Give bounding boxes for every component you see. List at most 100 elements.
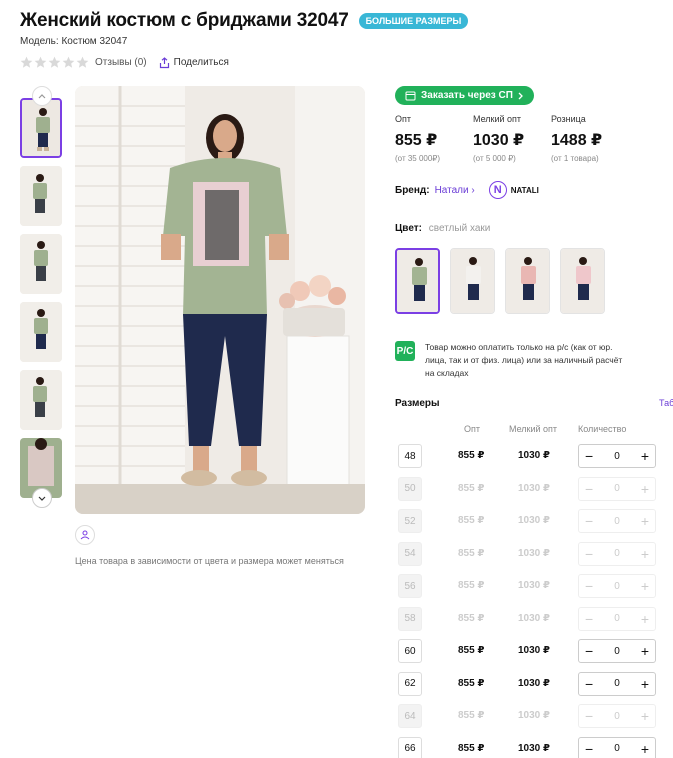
size-price-small-opt: 1030 ₽ xyxy=(518,645,550,656)
chevron-right-icon xyxy=(518,92,523,99)
minus-icon[interactable]: − xyxy=(585,514,593,528)
rating-row: Отзывы (0) Поделиться xyxy=(20,56,229,69)
size-label[interactable]: 54 xyxy=(398,541,422,566)
size-price-small-opt: 1030 ₽ xyxy=(518,450,550,461)
star-icon xyxy=(76,56,89,68)
size-label[interactable]: 56 xyxy=(398,574,422,598)
size-price-small-opt: 1030 ₽ xyxy=(518,677,550,689)
quantity-stepper[interactable]: − 0 + xyxy=(578,541,656,566)
rating-stars xyxy=(20,56,89,69)
payment-note: Р/С Товар можно оплатить только на р/с (… xyxy=(395,341,625,380)
size-label[interactable]: 64 xyxy=(398,704,422,728)
brand-logo-text: NATALI xyxy=(510,185,539,195)
size-price-opt: 855 ₽ xyxy=(458,710,485,721)
plus-icon[interactable]: + xyxy=(641,742,649,756)
star-icon xyxy=(62,56,75,68)
quantity-value: 0 xyxy=(614,710,620,722)
price-small-wholesale: Мелкий опт 1030 ₽ (от 5 000 ₽) xyxy=(473,114,551,163)
thumbnail-3[interactable] xyxy=(20,234,62,294)
minus-icon[interactable]: − xyxy=(585,709,593,723)
size-label[interactable]: 66 xyxy=(398,736,422,758)
quantity-value: 0 xyxy=(614,580,620,592)
size-row: 54 855 ₽ 1030 ₽ − 0 + xyxy=(398,541,660,566)
size-price-opt: 855 ₽ xyxy=(458,742,485,754)
quantity-stepper[interactable]: − 0 + xyxy=(578,639,656,663)
plus-icon[interactable]: + xyxy=(641,644,649,658)
color-swatch-pink[interactable] xyxy=(505,248,550,314)
minus-icon[interactable]: − xyxy=(585,677,593,691)
color-label: Цвет: xyxy=(395,223,422,234)
size-price-opt: 855 ₽ xyxy=(458,515,485,526)
quantity-stepper[interactable]: − 0 + xyxy=(578,671,656,696)
brand-link[interactable]: Натали › xyxy=(435,185,475,196)
size-label[interactable]: 62 xyxy=(398,671,422,696)
minus-icon[interactable]: − xyxy=(585,579,593,593)
price-note: Цена товара в зависимости от цвета и раз… xyxy=(75,556,344,566)
thumbnail-4[interactable] xyxy=(20,302,62,362)
price-label: Мелкий опт xyxy=(473,114,522,124)
plus-icon[interactable]: + xyxy=(641,514,649,528)
share-label: Поделиться xyxy=(173,57,229,68)
size-price-small-opt: 1030 ₽ xyxy=(518,482,550,494)
chevron-down-icon[interactable] xyxy=(32,488,52,508)
plus-icon[interactable]: + xyxy=(641,449,649,463)
size-label[interactable]: 52 xyxy=(398,509,422,533)
quantity-stepper[interactable]: − 0 + xyxy=(578,736,656,758)
color-swatch-khaki[interactable] xyxy=(395,248,440,314)
quantity-stepper[interactable]: − 0 + xyxy=(578,574,656,598)
brand-logo[interactable]: N NATALI xyxy=(488,181,539,199)
minus-icon[interactable]: − xyxy=(585,612,593,626)
size-price-small-opt: 1030 ₽ xyxy=(518,547,550,559)
quantity-stepper[interactable]: − 0 + xyxy=(578,476,656,501)
minus-icon[interactable]: − xyxy=(585,449,593,463)
size-label[interactable]: 58 xyxy=(398,606,422,631)
calendar-icon xyxy=(405,91,416,101)
thumbnail-1[interactable] xyxy=(20,98,62,158)
size-guide-button[interactable] xyxy=(75,525,95,545)
plus-icon[interactable]: + xyxy=(641,612,649,626)
header-opt: Опт xyxy=(464,424,480,434)
brand-logo-icon: N xyxy=(488,181,507,199)
brand-label: Бренд: xyxy=(395,184,430,196)
size-row: 48 855 ₽ 1030 ₽ − 0 + xyxy=(398,444,660,468)
size-price-opt: 855 ₽ xyxy=(458,450,485,461)
plus-icon[interactable]: + xyxy=(641,547,649,561)
size-table-link[interactable]: Таб xyxy=(659,398,673,408)
plus-icon[interactable]: + xyxy=(641,677,649,691)
thumbnail-5[interactable] xyxy=(20,370,62,430)
size-price-small-opt: 1030 ₽ xyxy=(518,612,550,624)
big-sizes-badge[interactable]: БОЛЬШИЕ РАЗМЕРЫ xyxy=(358,13,469,29)
color-swatch-white[interactable] xyxy=(450,248,495,314)
quantity-value: 0 xyxy=(614,743,620,754)
minus-icon[interactable]: − xyxy=(585,547,593,561)
quantity-stepper[interactable]: − 0 + xyxy=(578,509,656,533)
plus-icon[interactable]: + xyxy=(641,579,649,593)
size-label[interactable]: 48 xyxy=(398,444,422,468)
price-condition: (от 1 товара) xyxy=(551,154,599,163)
main-product-image[interactable] xyxy=(75,86,365,514)
size-label[interactable]: 50 xyxy=(398,476,422,501)
order-sp-label: Заказать через СП xyxy=(421,90,513,101)
thumbnail-2[interactable] xyxy=(20,166,62,226)
plus-icon[interactable]: + xyxy=(641,709,649,723)
reviews-link[interactable]: Отзывы (0) xyxy=(95,57,147,68)
minus-icon[interactable]: − xyxy=(585,644,593,658)
plus-icon[interactable]: + xyxy=(641,482,649,496)
minus-icon[interactable]: − xyxy=(585,482,593,496)
color-swatch-light-pink[interactable] xyxy=(560,248,605,314)
size-row: 66 855 ₽ 1030 ₽ − 0 + xyxy=(398,736,660,758)
chevron-up-icon[interactable] xyxy=(32,86,52,106)
size-label[interactable]: 60 xyxy=(398,639,422,663)
product-title: Женский костюм с бриджами 32047 xyxy=(20,10,349,31)
quantity-stepper[interactable]: − 0 + xyxy=(578,444,656,468)
quantity-stepper[interactable]: − 0 + xyxy=(578,606,656,631)
quantity-stepper[interactable]: − 0 + xyxy=(578,704,656,728)
header-qty: Количество xyxy=(578,424,627,434)
share-button[interactable]: Поделиться xyxy=(159,56,229,69)
order-sp-button[interactable]: Заказать через СП xyxy=(395,86,534,105)
price-condition: (от 35 000₽) xyxy=(395,154,441,163)
payment-text: Товар можно оплатить только на р/с (как … xyxy=(425,342,623,378)
size-row: 58 855 ₽ 1030 ₽ − 0 + xyxy=(398,606,660,631)
quantity-value: 0 xyxy=(614,450,620,462)
minus-icon[interactable]: − xyxy=(585,742,593,756)
